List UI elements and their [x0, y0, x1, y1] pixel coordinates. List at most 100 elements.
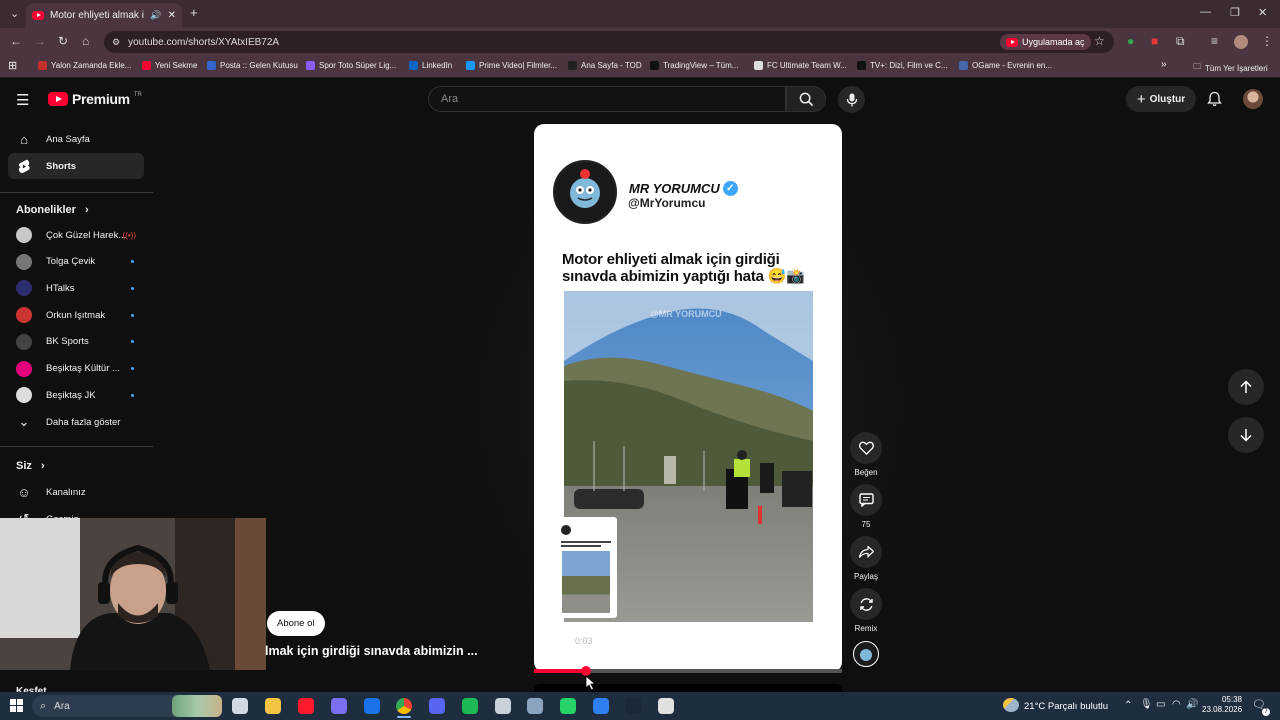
remix-button[interactable]: Remix — [850, 588, 882, 633]
close-window-icon[interactable]: ✕ — [1258, 6, 1267, 19]
profile-avatar[interactable] — [1234, 35, 1248, 49]
steam-alt-icon[interactable] — [495, 698, 511, 714]
media-controls-icon[interactable]: ≡ — [1211, 34, 1218, 48]
next-short-button[interactable] — [1228, 417, 1264, 453]
sidebar-subscription-item[interactable]: Orkun Işıtmak — [8, 302, 144, 328]
chrome-icon[interactable] — [396, 698, 412, 714]
opera-icon[interactable] — [298, 698, 314, 714]
calculator-icon[interactable] — [527, 698, 543, 714]
you-header[interactable]: Siz › — [16, 460, 45, 472]
youtube-logo-icon — [48, 92, 68, 106]
start-windows-icon[interactable] — [10, 699, 23, 712]
like-button[interactable]: Beğen — [850, 432, 882, 477]
bookmark-favicon-icon — [142, 61, 151, 70]
minimize-icon[interactable]: — — [1200, 6, 1211, 18]
task-view-icon[interactable] — [232, 698, 248, 714]
video-progress-track[interactable] — [534, 669, 842, 673]
next-short-edge — [534, 684, 842, 692]
audio-icon[interactable]: 🔊 — [150, 10, 161, 21]
bookmark-item[interactable]: Posta :: Gelen Kutusu — [207, 61, 298, 70]
bookmark-label: Yalon Zamanda Ekle... — [51, 61, 132, 70]
bookmark-label: TV+: Dizi, Film ve C... — [870, 61, 948, 70]
sound-source-avatar[interactable] — [853, 641, 879, 667]
home-icon[interactable]: ⌂ — [82, 34, 89, 48]
open-in-app-button[interactable]: Uygulamada aç — [1000, 34, 1091, 50]
grammarly-extension-icon[interactable]: ● — [1127, 34, 1134, 48]
close-tab-icon[interactable]: ✕ — [168, 10, 176, 21]
bookmark-item[interactable]: FC Ultimate Team W... — [754, 61, 847, 70]
all-bookmarks-folder[interactable]: 🗀 Tüm Yer İşaretleri — [1193, 61, 1268, 75]
pdf-extension-icon[interactable]: ■ — [1151, 34, 1158, 48]
extensions-icon[interactable]: ⧉ — [1176, 34, 1185, 49]
comments-button[interactable]: 75 — [850, 484, 882, 529]
bookmark-item[interactable]: TradingView – Tüm... — [650, 61, 738, 70]
tray-overflow-icon[interactable]: ⌃ — [1124, 700, 1132, 711]
show-more-button[interactable]: ⌄ Daha fazla göster — [8, 409, 144, 435]
discord-icon[interactable] — [429, 698, 445, 714]
menu-kebab-icon[interactable]: ⋮ — [1261, 34, 1273, 48]
sidebar-subscription-item[interactable]: BK Sports — [8, 329, 144, 355]
steam-icon[interactable] — [625, 698, 641, 714]
share-icon — [858, 546, 874, 558]
apps-grid-icon[interactable]: ⊞ — [8, 59, 17, 72]
folder-icon: 🗀 — [1193, 62, 1201, 71]
bookmark-item[interactable]: Ana Sayfa - TOD — [568, 61, 642, 70]
account-avatar[interactable] — [1243, 89, 1263, 109]
subscribe-button[interactable]: Abone ol — [267, 611, 325, 636]
sidebar-subscription-item[interactable]: Beşiktaş JK — [8, 382, 144, 408]
sidebar-item-label: Shorts — [46, 160, 77, 172]
bookmark-item[interactable]: Prime Video| Filmler... — [466, 61, 557, 70]
youtube-premium-logo[interactable]: Premium TR — [48, 91, 142, 107]
channel-avatar — [16, 307, 32, 324]
copilot-icon[interactable] — [331, 698, 347, 714]
search-input[interactable]: Ara — [428, 86, 786, 112]
site-info-icon[interactable]: ⚙ — [112, 37, 120, 48]
file-explorer-icon[interactable] — [265, 698, 281, 714]
sidebar-item-your-channel[interactable]: ☺ Kanalınız — [8, 479, 144, 505]
previous-short-button[interactable] — [1228, 369, 1264, 405]
browser-tab[interactable]: Motor ehliyeti almak için gi 🔊 ✕ — [26, 3, 182, 28]
sidebar-item-shorts[interactable]: Shorts — [8, 153, 144, 179]
short-channel-handle: @MrYorumcu — [628, 196, 706, 210]
restore-icon[interactable]: ❐ — [1230, 6, 1240, 19]
network-icon[interactable]: ▭ — [1156, 699, 1165, 710]
wifi-icon[interactable]: ◠ — [1172, 699, 1181, 710]
more-bookmarks-icon[interactable]: » — [1161, 59, 1167, 70]
todo-icon[interactable] — [593, 698, 609, 714]
tab-search-icon[interactable]: ⌄ — [10, 7, 19, 20]
clock[interactable]: 05:38 23.08.2026 — [1202, 695, 1242, 715]
microphone-tray-icon[interactable]: 🎙 — [1140, 699, 1153, 710]
reload-icon[interactable]: ↻ — [58, 34, 68, 48]
subscriptions-header[interactable]: Abonelikler › — [16, 204, 89, 216]
bookmark-item[interactable]: Spor Toto Süper Lig... — [306, 61, 396, 70]
spotify-icon[interactable] — [462, 698, 478, 714]
bookmark-item[interactable]: Yalon Zamanda Ekle... — [38, 61, 131, 70]
obs-icon[interactable] — [658, 698, 674, 714]
voice-search-button[interactable] — [838, 86, 865, 113]
notifications-bell-icon[interactable] — [1207, 91, 1222, 107]
new-tab-button[interactable]: + — [190, 5, 198, 20]
weather-icon[interactable] — [1003, 698, 1019, 712]
bookmark-item[interactable]: LinkedIn — [409, 61, 452, 70]
sidebar-subscription-item[interactable]: Çok Güzel Harek... ((•)) — [8, 222, 144, 248]
sidebar-subscription-item[interactable]: Tolga Çevik — [8, 249, 144, 275]
bookmark-item[interactable]: OGame - Evrenin en... — [959, 61, 1052, 70]
chevron-right-icon: › — [84, 204, 89, 216]
bookmark-star-icon[interactable]: ☆ — [1094, 34, 1105, 48]
outlook-icon[interactable] — [364, 698, 380, 714]
back-icon[interactable]: ← — [10, 34, 22, 48]
search-button[interactable] — [786, 86, 826, 112]
volume-icon[interactable]: 🔊 — [1186, 699, 1198, 710]
create-button[interactable]: + Oluştur — [1126, 86, 1196, 112]
address-bar[interactable]: ⚙ youtube.com/shorts/XYAtxIEB72A — [104, 31, 1114, 53]
hamburger-menu-icon[interactable]: ☰ — [16, 91, 29, 109]
bookmark-item[interactable]: TV+: Dizi, Film ve C... — [857, 61, 948, 70]
forward-icon[interactable]: → — [34, 34, 46, 48]
bookmark-item[interactable]: Yeni Sekme — [142, 61, 197, 70]
whatsapp-icon[interactable] — [560, 698, 576, 714]
sidebar-item-home[interactable]: ⌂ Ana Sayfa — [8, 126, 144, 152]
sidebar-subscription-item[interactable]: HTalks — [8, 275, 144, 301]
share-button[interactable]: Paylaş — [850, 536, 882, 581]
sidebar-subscription-item[interactable]: Beşiktaş Kültür ... — [8, 356, 144, 382]
weather-text[interactable]: 21°C Parçalı bulutlu — [1024, 701, 1108, 712]
